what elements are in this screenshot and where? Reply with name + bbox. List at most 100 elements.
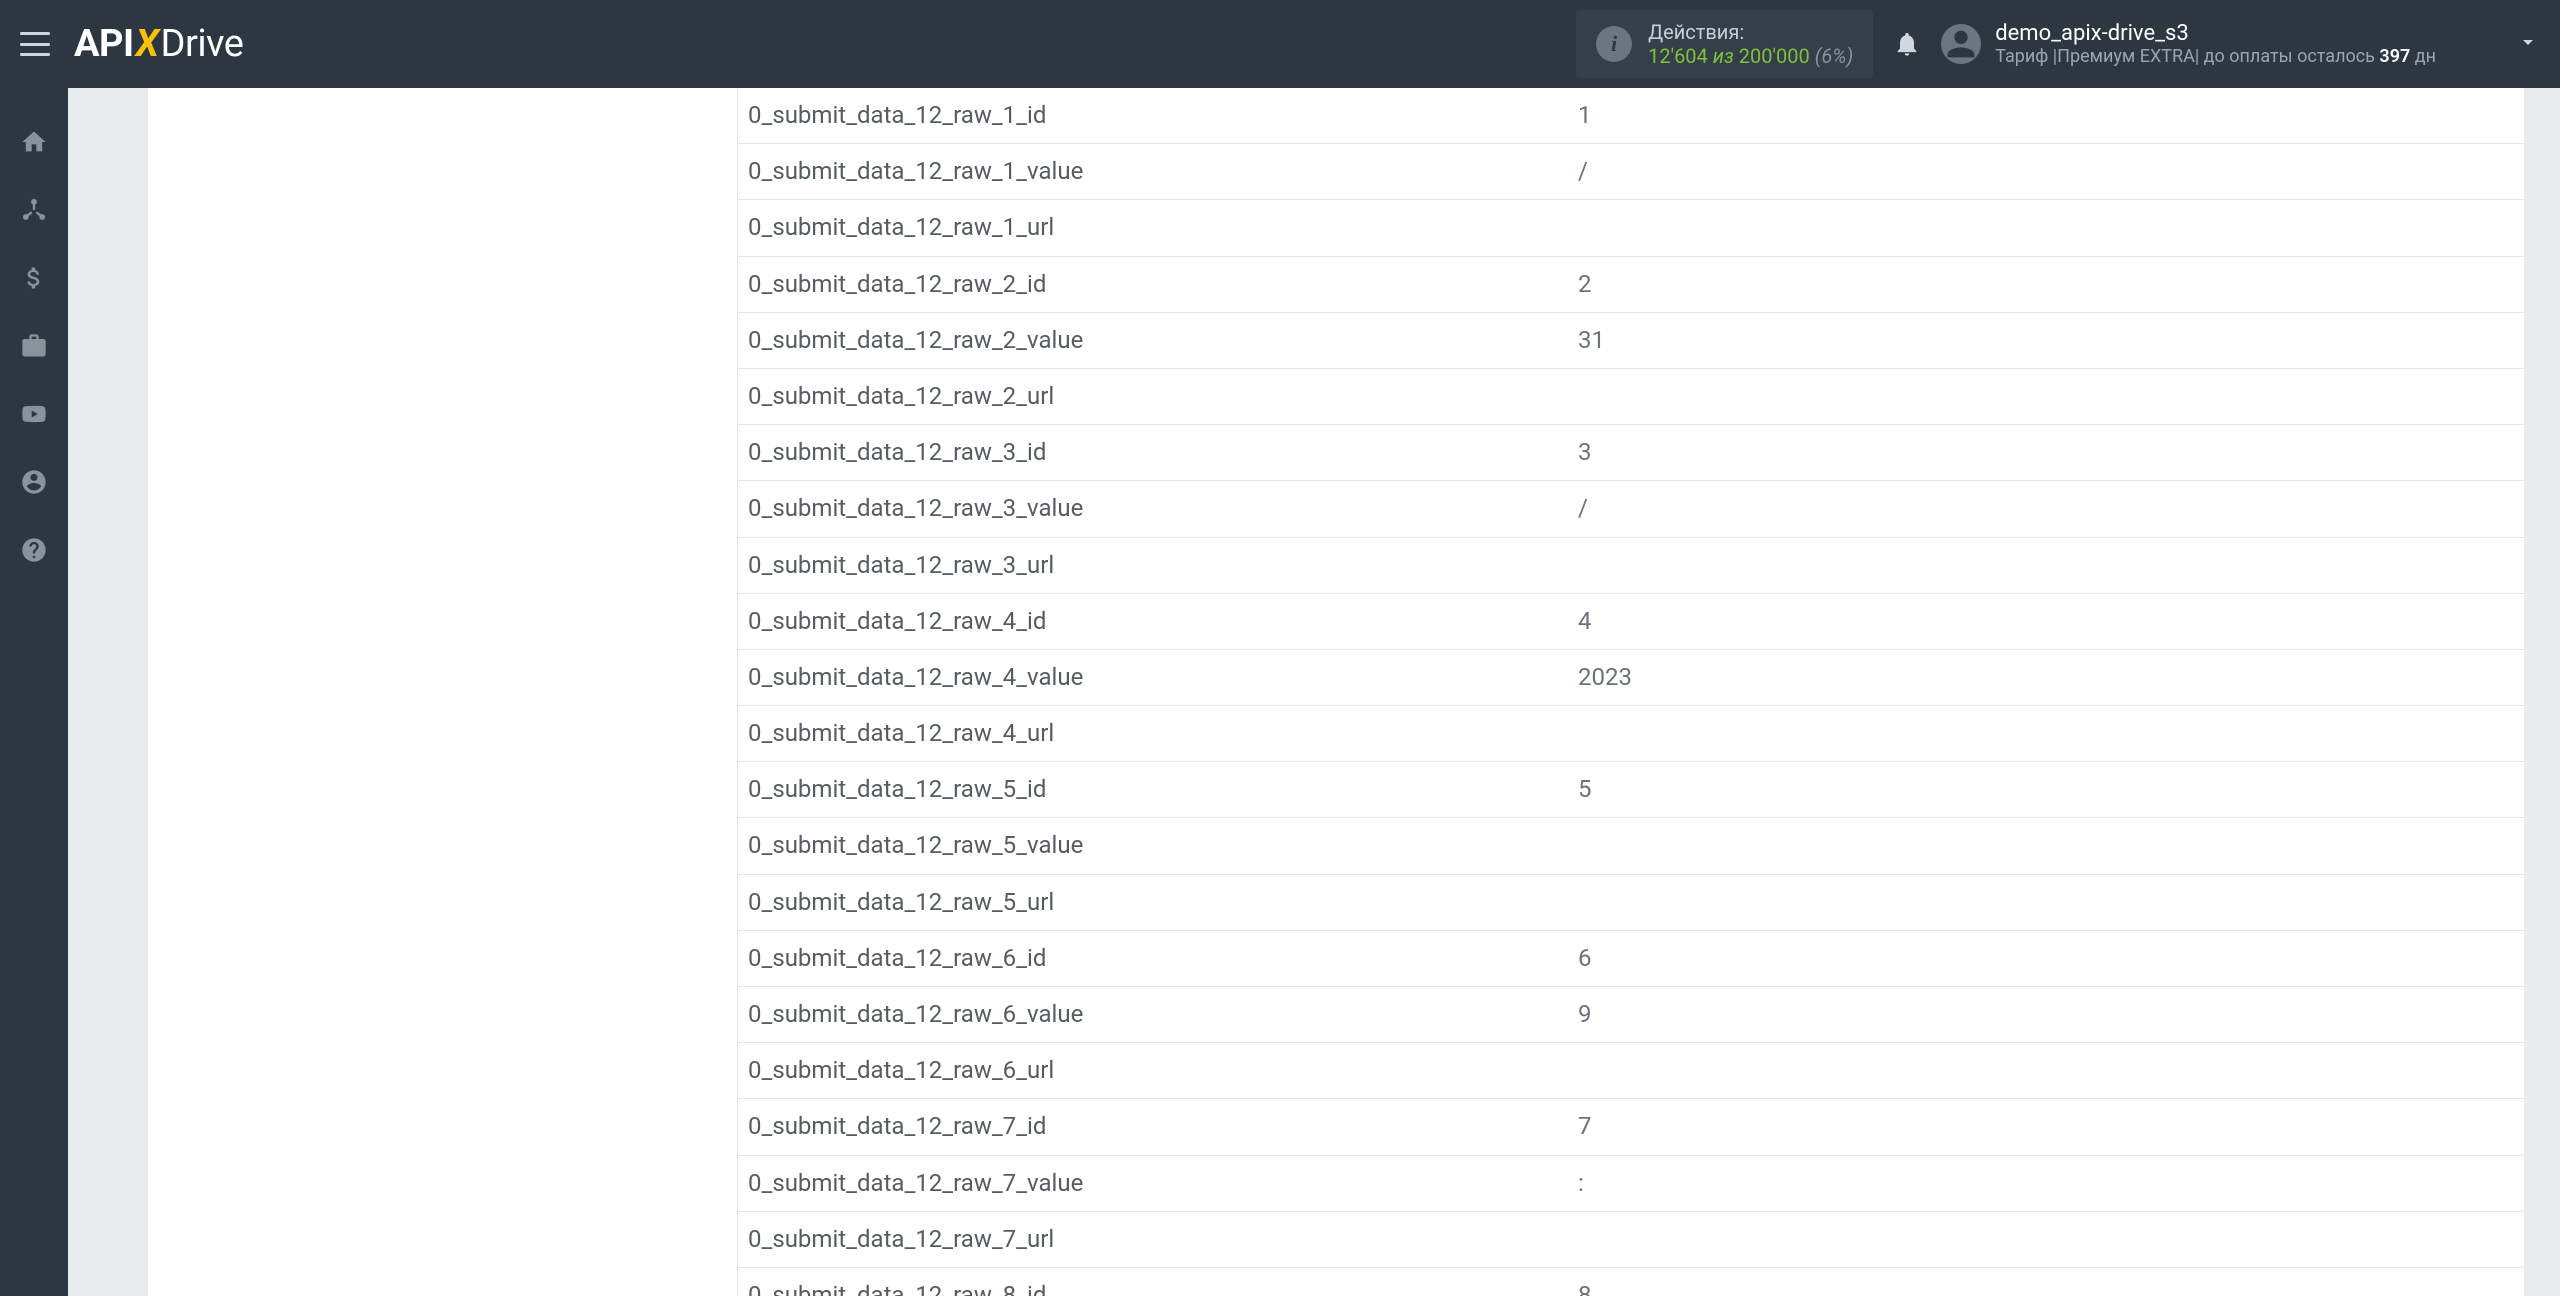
- sidebar: [0, 88, 68, 1296]
- row-value: 5: [1568, 762, 2524, 818]
- row-key: 0_submit_data_12_raw_6_id: [738, 930, 1568, 986]
- table-row: 0_submit_data_12_raw_5_id5: [738, 762, 2524, 818]
- table-row: 0_submit_data_12_raw_1_id1: [738, 88, 2524, 144]
- row-key: 0_submit_data_12_raw_1_url: [738, 200, 1568, 256]
- row-key: 0_submit_data_12_raw_5_url: [738, 874, 1568, 930]
- user-block[interactable]: demo_apix-drive_s3 Тариф |Премиум EXTRA|…: [1941, 21, 2436, 67]
- sidebar-item-billing[interactable]: [0, 244, 68, 312]
- user-name: demo_apix-drive_s3: [1995, 21, 2436, 46]
- table-row: 0_submit_data_12_raw_2_url: [738, 368, 2524, 424]
- row-key: 0_submit_data_12_raw_2_url: [738, 368, 1568, 424]
- header-right: i Действия: 12'604 из 200'000 (6%) demo_…: [1576, 10, 2540, 78]
- user-plan-suffix: дн: [2410, 46, 2436, 67]
- row-key: 0_submit_data_12_raw_7_url: [738, 1211, 1568, 1267]
- right-space: [2524, 88, 2560, 1296]
- row-key: 0_submit_data_12_raw_7_value: [738, 1155, 1568, 1211]
- row-value: 6: [1568, 930, 2524, 986]
- row-value: [1568, 1043, 2524, 1099]
- user-plan-days: 397: [2379, 46, 2410, 67]
- row-key: 0_submit_data_12_raw_6_value: [738, 987, 1568, 1043]
- actions-iz: из: [1713, 44, 1734, 68]
- left-space: [68, 88, 148, 1296]
- table-row: 0_submit_data_12_raw_7_value:: [738, 1155, 2524, 1211]
- table-row: 0_submit_data_12_raw_7_id7: [738, 1099, 2524, 1155]
- row-value: [1568, 537, 2524, 593]
- row-value: 1: [1568, 88, 2524, 144]
- table-row: 0_submit_data_12_raw_5_url: [738, 874, 2524, 930]
- row-value: [1568, 874, 2524, 930]
- sidebar-item-home[interactable]: [0, 108, 68, 176]
- table-row: 0_submit_data_12_raw_5_value: [738, 818, 2524, 874]
- row-value: [1568, 368, 2524, 424]
- row-key: 0_submit_data_12_raw_2_id: [738, 256, 1568, 312]
- row-value: 8: [1568, 1267, 2524, 1296]
- table-row: 0_submit_data_12_raw_3_value/: [738, 481, 2524, 537]
- row-key: 0_submit_data_12_raw_1_id: [738, 88, 1568, 144]
- table-row: 0_submit_data_12_raw_3_url: [738, 537, 2524, 593]
- user-plan-prefix: Тариф |Премиум EXTRA| до оплаты осталось: [1995, 46, 2379, 67]
- chevron-down-icon[interactable]: [2516, 30, 2540, 58]
- row-key: 0_submit_data_12_raw_4_value: [738, 649, 1568, 705]
- header: APIXDrive i Действия: 12'604 из 200'000 …: [0, 0, 2560, 88]
- table-row: 0_submit_data_12_raw_6_value9: [738, 987, 2524, 1043]
- sidebar-item-help[interactable]: [0, 516, 68, 584]
- row-key: 0_submit_data_12_raw_7_id: [738, 1099, 1568, 1155]
- table-row: 0_submit_data_12_raw_1_value/: [738, 144, 2524, 200]
- row-value: 7: [1568, 1099, 2524, 1155]
- row-key: 0_submit_data_12_raw_4_id: [738, 593, 1568, 649]
- row-key: 0_submit_data_12_raw_1_value: [738, 144, 1568, 200]
- row-key: 0_submit_data_12_raw_3_url: [738, 537, 1568, 593]
- info-icon: i: [1596, 26, 1632, 62]
- row-value: 31: [1568, 312, 2524, 368]
- logo-drive: Drive: [161, 22, 244, 66]
- bell-icon[interactable]: [1893, 30, 1921, 58]
- table-row: 0_submit_data_12_raw_4_url: [738, 706, 2524, 762]
- actions-stats: 12'604 из 200'000 (6%): [1648, 44, 1853, 68]
- data-panel[interactable]: 0_submit_data_12_raw_1_id10_submit_data_…: [738, 88, 2524, 1296]
- row-key: 0_submit_data_12_raw_8_id: [738, 1267, 1568, 1296]
- layout: 0_submit_data_12_raw_1_id10_submit_data_…: [0, 88, 2560, 1296]
- user-plan: Тариф |Премиум EXTRA| до оплаты осталось…: [1995, 46, 2436, 67]
- row-value: [1568, 200, 2524, 256]
- table-row: 0_submit_data_12_raw_6_url: [738, 1043, 2524, 1099]
- sidebar-item-briefcase[interactable]: [0, 312, 68, 380]
- table-row: 0_submit_data_12_raw_3_id3: [738, 425, 2524, 481]
- row-key: 0_submit_data_12_raw_5_value: [738, 818, 1568, 874]
- actions-total: 200'000: [1739, 44, 1810, 68]
- actions-label: Действия:: [1648, 20, 1853, 44]
- sidebar-item-youtube[interactable]: [0, 380, 68, 448]
- menu-toggle-icon[interactable]: [20, 32, 50, 56]
- data-table: 0_submit_data_12_raw_1_id10_submit_data_…: [738, 88, 2524, 1296]
- logo-x: X: [136, 22, 159, 66]
- table-row: 0_submit_data_12_raw_7_url: [738, 1211, 2524, 1267]
- sidebar-item-connections[interactable]: [0, 176, 68, 244]
- user-text: demo_apix-drive_s3 Тариф |Премиум EXTRA|…: [1995, 21, 2436, 67]
- actions-pct: (6%): [1815, 44, 1854, 68]
- row-key: 0_submit_data_12_raw_5_id: [738, 762, 1568, 818]
- row-value: 4: [1568, 593, 2524, 649]
- row-value: [1568, 706, 2524, 762]
- actions-box[interactable]: i Действия: 12'604 из 200'000 (6%): [1576, 10, 1873, 78]
- table-row: 0_submit_data_12_raw_1_url: [738, 200, 2524, 256]
- row-value: 2: [1568, 256, 2524, 312]
- row-value: 9: [1568, 987, 2524, 1043]
- actions-used: 12'604: [1648, 44, 1708, 68]
- logo-api: API: [74, 22, 134, 66]
- row-value: /: [1568, 481, 2524, 537]
- row-value: /: [1568, 144, 2524, 200]
- table-row: 0_submit_data_12_raw_2_id2: [738, 256, 2524, 312]
- table-row: 0_submit_data_12_raw_8_id8: [738, 1267, 2524, 1296]
- user-avatar-icon: [1941, 24, 1981, 64]
- table-row: 0_submit_data_12_raw_2_value31: [738, 312, 2524, 368]
- left-panel: [148, 88, 738, 1296]
- row-key: 0_submit_data_12_raw_3_value: [738, 481, 1568, 537]
- row-value: :: [1568, 1155, 2524, 1211]
- row-key: 0_submit_data_12_raw_4_url: [738, 706, 1568, 762]
- row-key: 0_submit_data_12_raw_3_id: [738, 425, 1568, 481]
- row-value: [1568, 1211, 2524, 1267]
- row-value: 2023: [1568, 649, 2524, 705]
- sidebar-item-profile[interactable]: [0, 448, 68, 516]
- logo[interactable]: APIXDrive: [74, 22, 243, 66]
- row-value: 3: [1568, 425, 2524, 481]
- table-row: 0_submit_data_12_raw_4_id4: [738, 593, 2524, 649]
